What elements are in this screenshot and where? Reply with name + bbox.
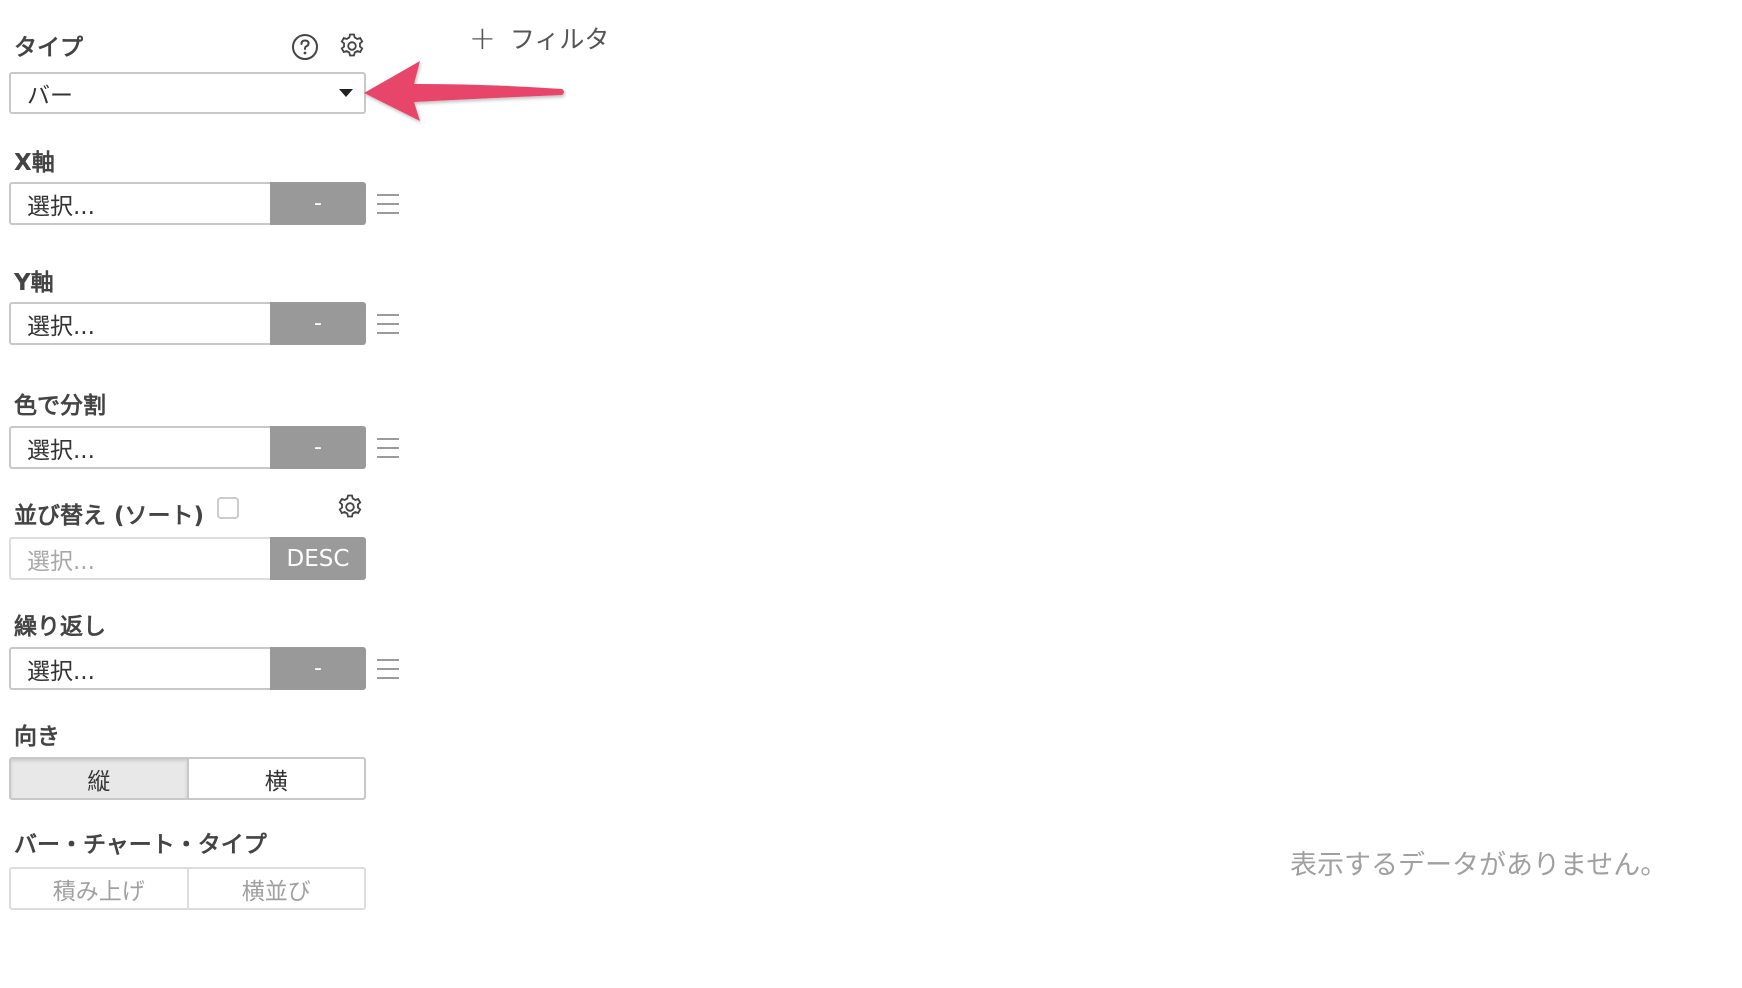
repeat-field: 選択... - (9, 647, 366, 690)
sort-select[interactable]: 選択... (9, 537, 270, 580)
add-filter-button[interactable]: + フィルタ (469, 20, 609, 56)
y-axis-field: 選択... - (9, 302, 366, 345)
color-split-label: 色で分割 (14, 393, 106, 419)
question-circle-icon[interactable] (290, 32, 320, 62)
repeat-select[interactable]: 選択... (9, 647, 270, 690)
x-axis-label: X軸 (14, 150, 55, 176)
caret-down-icon (339, 89, 353, 97)
orientation-horizontal-button[interactable]: 横 (188, 757, 366, 800)
sort-gear-icon[interactable] (335, 492, 365, 522)
sort-checkbox[interactable] (217, 497, 239, 519)
empty-state-message: 表示するデータがありません。 (1290, 850, 1668, 881)
type-label: タイプ (14, 35, 83, 61)
color-split-select[interactable]: 選択... (9, 426, 270, 469)
x-axis-select[interactable]: 選択... (9, 182, 270, 225)
orientation-label: 向き (14, 724, 60, 750)
plus-icon: + (469, 19, 496, 57)
chart-type-value: バー (27, 83, 73, 109)
orientation-toggle: 縦 横 (9, 757, 366, 800)
chart-type-select[interactable]: バー (9, 72, 366, 114)
color-split-field: 選択... - (9, 426, 366, 469)
color-split-aggregate-button[interactable]: - (270, 426, 366, 469)
repeat-menu-icon[interactable] (377, 659, 399, 679)
x-axis-menu-icon[interactable] (377, 194, 399, 214)
y-axis-label: Y軸 (14, 270, 54, 296)
repeat-aggregate-button[interactable]: - (270, 647, 366, 690)
repeat-label: 繰り返し (14, 614, 106, 640)
annotation-arrow (364, 61, 564, 121)
x-axis-field: 選択... - (9, 182, 366, 225)
x-axis-aggregate-button[interactable]: - (270, 182, 366, 225)
y-axis-select[interactable]: 選択... (9, 302, 270, 345)
bar-type-stacked-button[interactable]: 積み上げ (9, 867, 189, 910)
chart-settings-panel: タイプ バー X軸 選択... - Y軸 選択... - 色で分割 選択... … (0, 0, 420, 988)
orientation-vertical-button[interactable]: 縦 (9, 757, 189, 800)
y-axis-menu-icon[interactable] (377, 314, 399, 334)
sort-order-button[interactable]: DESC (270, 537, 366, 580)
bar-type-side-by-side-button[interactable]: 横並び (188, 867, 366, 910)
bar-chart-type-toggle: 積み上げ 横並び (9, 867, 366, 910)
filter-label: フィルタ (509, 25, 610, 54)
color-split-menu-icon[interactable] (377, 438, 399, 458)
y-axis-aggregate-button[interactable]: - (270, 302, 366, 345)
bar-chart-type-label: バー・チャート・タイプ (14, 832, 267, 858)
sort-label: 並び替え (ソート) (14, 503, 205, 529)
sort-field: 選択... DESC (9, 537, 366, 580)
